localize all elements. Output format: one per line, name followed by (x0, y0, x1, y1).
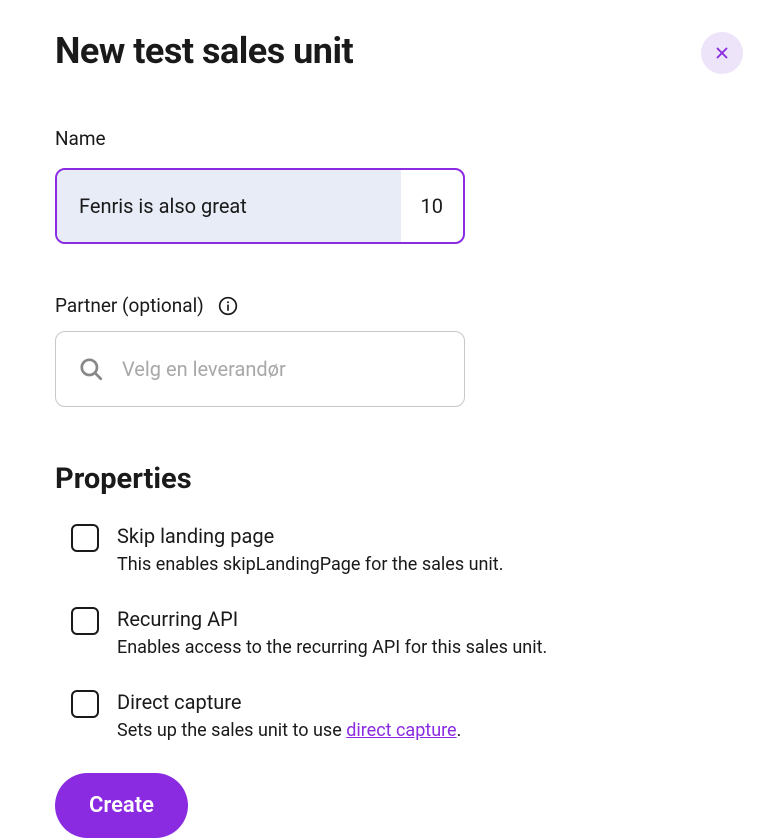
partner-select[interactable]: Velg en leverandør (55, 331, 465, 407)
skip-landing-desc: This enables skipLandingPage for the sal… (117, 554, 708, 575)
page-title: New test sales unit (55, 30, 353, 72)
name-field-container: 10 (55, 168, 465, 244)
partner-label: Partner (optional) (55, 294, 204, 317)
properties-heading: Properties (55, 462, 708, 496)
partner-placeholder: Velg en leverandør (122, 357, 286, 381)
skip-landing-checkbox[interactable] (71, 524, 99, 552)
recurring-api-title: Recurring API (117, 607, 708, 631)
direct-capture-desc: Sets up the sales unit to use direct cap… (117, 720, 708, 741)
recurring-api-desc: Enables access to the recurring API for … (117, 637, 708, 658)
name-counter: 10 (401, 194, 463, 218)
close-button[interactable] (701, 32, 743, 74)
create-button[interactable]: Create (55, 773, 188, 838)
info-icon[interactable] (218, 296, 238, 316)
name-input[interactable] (57, 170, 401, 242)
direct-capture-link[interactable]: direct capture (346, 720, 456, 741)
direct-capture-checkbox[interactable] (71, 690, 99, 718)
recurring-api-checkbox[interactable] (71, 607, 99, 635)
name-label: Name (55, 127, 708, 150)
direct-capture-title: Direct capture (117, 690, 708, 714)
skip-landing-title: Skip landing page (117, 524, 708, 548)
close-icon (713, 44, 731, 62)
search-icon (78, 356, 104, 382)
